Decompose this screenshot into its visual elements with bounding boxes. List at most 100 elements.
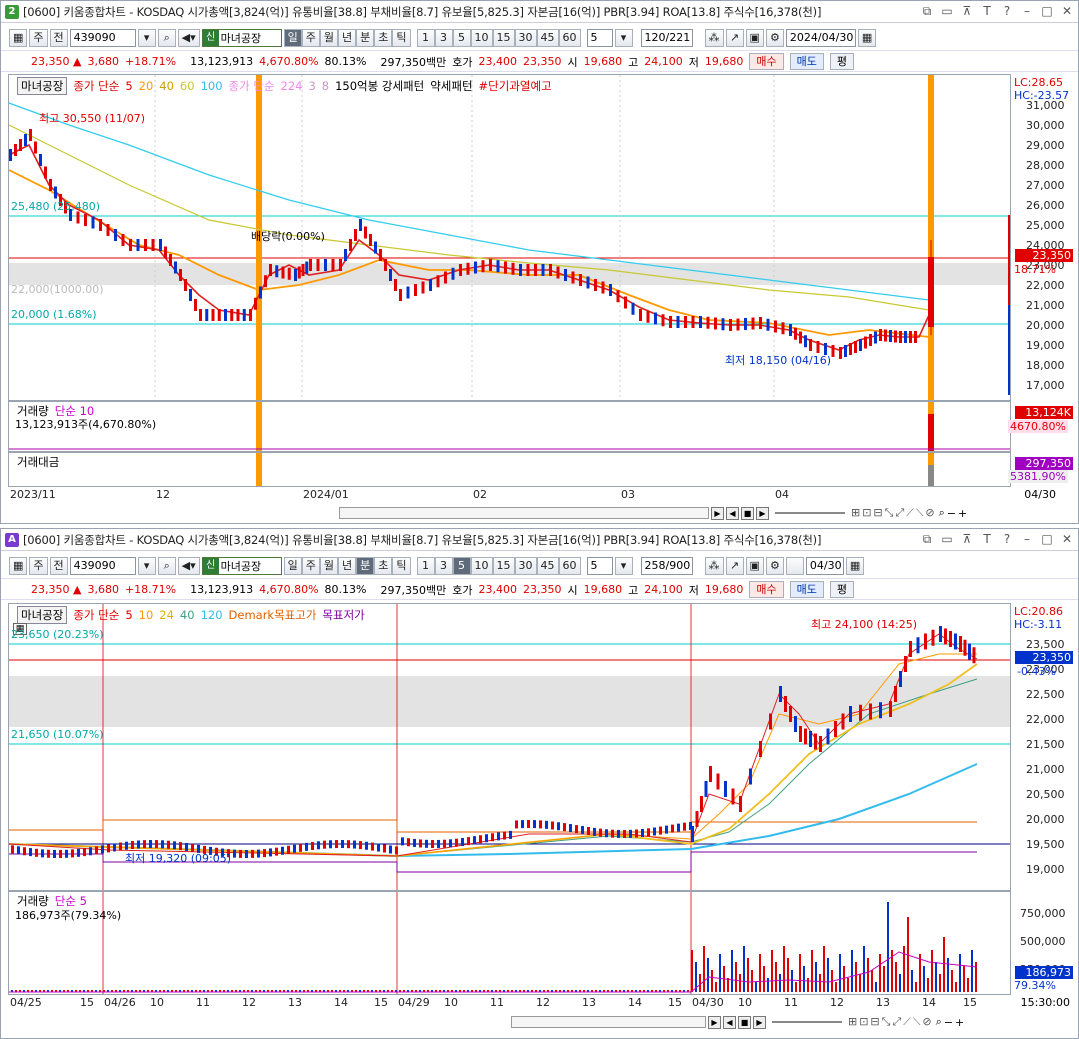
tab-week[interactable]: 주 xyxy=(301,28,320,47)
help-icon[interactable]: ? xyxy=(1000,532,1014,547)
tool-icons[interactable]: ⊞⊡⊟⤡⤢⟋⟍⊘ xyxy=(848,1015,934,1029)
zoom-slider[interactable] xyxy=(775,512,845,514)
tab-second[interactable]: 초 xyxy=(374,28,393,47)
first-icon[interactable]: ◀ xyxy=(723,1015,736,1029)
text-icon[interactable]: T xyxy=(980,4,994,19)
close-icon[interactable]: ✕ xyxy=(1060,4,1074,19)
top-volume-chart[interactable]: 거래량 단순 10 13,123,913주(4,670.80%) xyxy=(8,401,1011,452)
count-input[interactable]: 120/221 xyxy=(640,28,693,47)
maximize-icon[interactable]: □ xyxy=(1040,532,1054,547)
checkbox[interactable] xyxy=(785,556,804,575)
stop-icon[interactable]: ■ xyxy=(738,1015,751,1029)
scroll-right-icon[interactable]: ▶ xyxy=(708,1015,721,1029)
chevron-down-icon[interactable]: ▾ xyxy=(137,556,156,575)
speaker-icon[interactable]: ◀▾ xyxy=(177,28,200,47)
scroll-track[interactable] xyxy=(511,1016,706,1028)
help-icon[interactable]: ? xyxy=(1000,4,1014,19)
top-amount-chart[interactable]: 거래대금 xyxy=(8,452,1011,487)
legend-stock-name[interactable]: 마녀공장 xyxy=(17,77,68,95)
calendar-icon[interactable]: ▦ xyxy=(845,556,865,575)
draw-icon[interactable]: ↗ xyxy=(725,28,744,47)
tab-second[interactable]: 초 xyxy=(374,556,393,575)
tab-tick[interactable]: 틱 xyxy=(392,28,411,47)
save-icon[interactable]: ▣ xyxy=(745,28,764,47)
zoom-out-icon[interactable]: ⌕ xyxy=(936,1015,942,1029)
interval-input[interactable]: 5 xyxy=(586,556,613,575)
maximize-icon[interactable]: □ xyxy=(1040,4,1054,19)
buy-button[interactable]: 매수 xyxy=(749,581,784,598)
zoom-out-icon[interactable]: ⌕ xyxy=(939,506,945,520)
tab-year[interactable]: 년 xyxy=(338,28,357,47)
sell-button[interactable]: 매도 xyxy=(789,581,824,598)
interval-10[interactable]: 10 xyxy=(470,556,493,575)
interval-1[interactable]: 1 xyxy=(416,556,435,575)
save-icon[interactable]: ▣ xyxy=(745,556,764,575)
tab-week[interactable]: 주 xyxy=(301,556,320,575)
stock-type-button[interactable]: 주 xyxy=(29,556,48,575)
tab-month[interactable]: 월 xyxy=(319,556,339,575)
last-icon[interactable]: ▶ xyxy=(756,506,769,520)
interval-60[interactable]: 60 xyxy=(558,28,581,47)
stock-name-field[interactable]: 신 마녀공장 xyxy=(201,556,282,575)
tab-month[interactable]: 월 xyxy=(319,28,339,47)
interval-1[interactable]: 1 xyxy=(416,28,435,47)
interval-3[interactable]: 3 xyxy=(434,556,453,575)
legend-stock-name[interactable]: 마녀공장 xyxy=(17,606,68,624)
interval-10[interactable]: 10 xyxy=(470,28,493,47)
interval-dropdown-icon[interactable]: ▾ xyxy=(614,28,633,47)
stop-icon[interactable]: ■ xyxy=(741,506,754,520)
buy-button[interactable]: 매수 xyxy=(749,53,784,70)
restore-icon[interactable]: ▭ xyxy=(940,4,954,19)
indicator-icon[interactable]: ⁂ xyxy=(704,556,724,575)
top-price-chart[interactable]: 마녀공장 종가 단순 5 20 40 60 100 종가 단순 224 3 8 … xyxy=(8,74,1011,401)
bottom-titlebar[interactable]: A [0600] 키움종합차트 - KOSDAQ 시가총액[3,824(억)] … xyxy=(1,529,1078,551)
zoom-slider[interactable] xyxy=(772,1021,842,1023)
all-button[interactable]: 전 xyxy=(49,556,68,575)
search-icon[interactable]: ⌕ xyxy=(157,28,176,47)
code-input[interactable]: 439090 xyxy=(69,28,136,47)
restore-icon[interactable]: ▭ xyxy=(940,532,954,547)
stock-name-field[interactable]: 신 마녀공장 xyxy=(201,28,282,47)
scroll-track[interactable] xyxy=(339,507,709,519)
interval-dropdown-icon[interactable]: ▾ xyxy=(614,556,633,575)
minus-icon[interactable]: − xyxy=(947,507,956,520)
top-titlebar[interactable]: 2 [0600] 키움종합차트 - KOSDAQ 시가총액[3,824(억)] … xyxy=(1,1,1078,23)
draw-icon[interactable]: ↗ xyxy=(725,556,744,575)
date-input[interactable]: 2024/04/30 xyxy=(785,28,856,47)
bottom-scrollbar[interactable]: ▶ ◀ ■ ▶ ⊞⊡⊟⤡⤢⟋⟍⊘ ⌕ − + xyxy=(511,1014,1079,1030)
code-input[interactable]: 439090 xyxy=(69,556,136,575)
scroll-right-icon[interactable]: ▶ xyxy=(711,506,724,520)
sell-button[interactable]: 매도 xyxy=(789,53,824,70)
interval-5[interactable]: 5 xyxy=(452,28,471,47)
interval-15[interactable]: 15 xyxy=(492,28,515,47)
bottom-price-chart[interactable]: 마녀공장 종가 단순 5 10 24 40 120 Demark목표고가 목표저… xyxy=(8,603,1011,891)
minimize-icon[interactable]: – xyxy=(1020,532,1034,547)
stock-type-button[interactable]: 주 xyxy=(29,28,48,47)
interval-45[interactable]: 45 xyxy=(536,556,559,575)
interval-15[interactable]: 15 xyxy=(492,556,515,575)
top-scrollbar[interactable]: ▶ ◀ ■ ▶ ⊞⊡⊟⤡⤢⟋⟍⊘ ⌕ − + xyxy=(339,505,1079,521)
link-icon[interactable]: ⧉ xyxy=(920,532,934,547)
count-input[interactable]: 258/900 xyxy=(640,556,693,575)
interval-5[interactable]: 5 xyxy=(452,556,471,575)
interval-3[interactable]: 3 xyxy=(434,28,453,47)
indicator-icon[interactable]: ⁂ xyxy=(704,28,724,47)
calendar-icon[interactable]: ▦ xyxy=(857,28,877,47)
tab-day[interactable]: 일 xyxy=(283,556,302,575)
first-icon[interactable]: ◀ xyxy=(726,506,739,520)
search-icon[interactable]: ⌕ xyxy=(157,556,176,575)
interval-60[interactable]: 60 xyxy=(558,556,581,575)
tab-year[interactable]: 년 xyxy=(338,556,357,575)
tab-minute[interactable]: 분 xyxy=(356,556,375,575)
tool-icons[interactable]: ⊞⊡⊟⤡⤢⟋⟍⊘ xyxy=(851,506,937,520)
interval-input[interactable]: 5 xyxy=(586,28,613,47)
minus-icon[interactable]: − xyxy=(944,1016,953,1029)
settings-icon[interactable]: ⚙ xyxy=(765,556,784,575)
grid-menu-icon[interactable]: ▦ xyxy=(9,28,28,47)
close-icon[interactable]: ✕ xyxy=(1060,532,1074,547)
interval-30[interactable]: 30 xyxy=(514,28,537,47)
pin-icon[interactable]: ⊼ xyxy=(960,4,974,19)
plus-icon[interactable]: + xyxy=(955,1016,964,1029)
all-button[interactable]: 전 xyxy=(49,28,68,47)
bottom-volume-chart[interactable]: 거래량 단순 5 186,973주(79.34%) xyxy=(8,891,1011,995)
